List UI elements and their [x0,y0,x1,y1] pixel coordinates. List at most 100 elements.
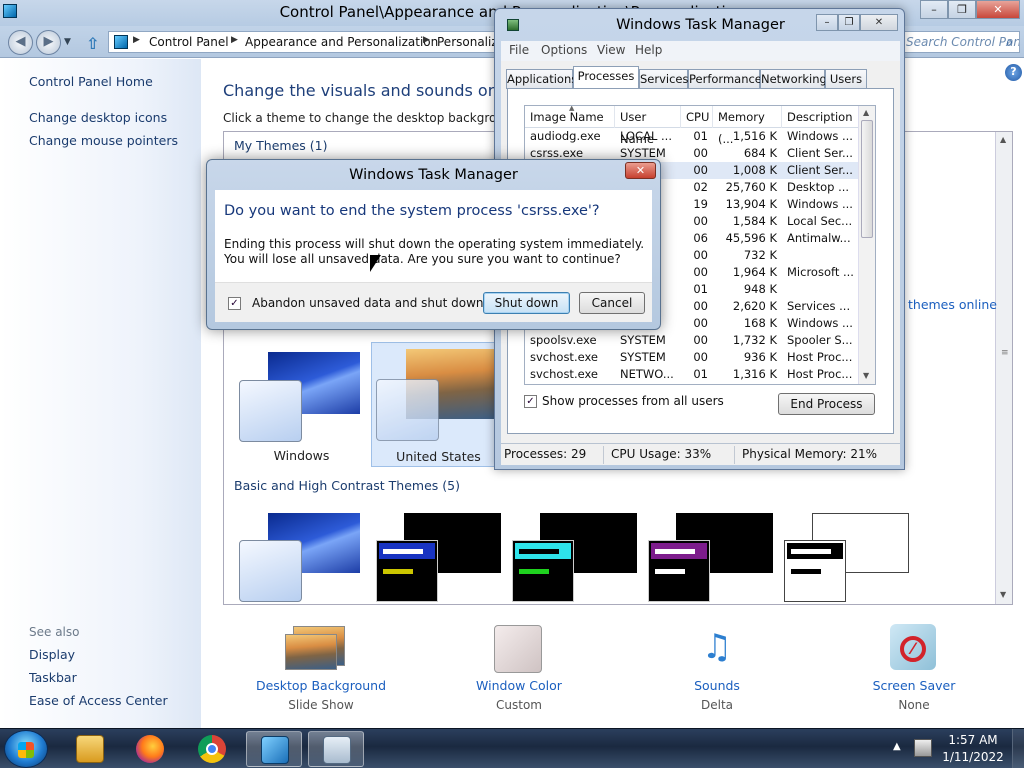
theme-high-contrast-black[interactable] [648,513,773,605]
column-memory[interactable]: Memory (... [713,106,782,146]
maximize-button[interactable]: ❐ [838,14,860,31]
theme-windows[interactable]: Windows [239,352,364,464]
theme-high-contrast-2[interactable] [512,513,637,605]
screen-saver-label[interactable]: Screen Saver [834,678,994,693]
abandon-data-checkbox[interactable]: ✓ [228,297,241,310]
tab-applications[interactable]: Applications [506,69,577,89]
close-button[interactable]: ✕ [860,14,898,31]
column-user-name[interactable]: User Name [615,106,681,146]
tab-performance[interactable]: Performance [688,69,762,89]
sounds-item[interactable]: ♫ Sounds Delta [637,612,797,712]
sidebar-link-desktop-icons[interactable]: Change desktop icons [29,110,167,125]
search-input[interactable]: Search Control Panel ⌕ [900,31,1020,53]
search-icon[interactable]: ⌕ [1006,33,1013,52]
recent-pages-icon[interactable]: ▼ [64,37,71,47]
mouse-cursor-icon [370,255,381,272]
window-color-label[interactable]: Window Color [439,678,599,693]
forward-button[interactable]: ▶ [36,30,61,55]
screen-saver-item[interactable]: ⁄ Screen Saver None [834,612,994,712]
scroll-down-icon[interactable]: ▼ [1000,590,1006,599]
process-mem: 45,596 K [725,231,777,245]
process-row[interactable]: spoolsv.exe SYSTEM 00 1,732 K Spooler S... [525,332,859,349]
scroll-up-icon[interactable]: ▲ [1000,135,1006,144]
end-process-button[interactable]: End Process [778,393,875,415]
show-hidden-icons[interactable]: ▲ [893,741,901,752]
theme-high-contrast-1[interactable] [376,513,501,605]
process-user: SYSTEM [620,350,666,364]
theme-gallery-scrollbar[interactable]: ▲ ▼ ≡ [995,132,1012,604]
show-desktop-button[interactable] [1012,729,1024,768]
menu-options[interactable]: Options [541,43,587,57]
scroll-down-icon[interactable]: ▼ [863,371,869,380]
column-description[interactable]: Description [782,106,859,128]
theme-united-states[interactable]: United States [371,342,502,467]
scroll-grip-icon[interactable]: ≡ [1001,348,1009,358]
scroll-thumb[interactable] [861,120,873,238]
process-desc [782,281,859,298]
taskbar-task-manager[interactable] [308,731,364,767]
menu-view[interactable]: View [597,43,625,57]
sidebar-link-mouse-pointers[interactable]: Change mouse pointers [29,133,178,148]
sidebar-link-home[interactable]: Control Panel Home [29,74,153,89]
back-button[interactable]: ◀ [8,30,33,55]
menu-help[interactable]: Help [635,43,662,57]
theme-high-contrast-white[interactable] [784,513,909,605]
maximize-button[interactable]: ❐ [948,0,976,19]
minimize-button[interactable]: – [920,0,948,19]
control-panel-icon [261,736,289,764]
menu-file[interactable]: File [509,43,529,57]
minimize-button[interactable]: – [816,14,838,31]
close-button[interactable]: ✕ [976,0,1020,19]
taskbar-explorer[interactable] [62,731,118,767]
tab-networking[interactable]: Networking [760,69,827,89]
taskbar-chrome[interactable] [184,731,240,767]
action-center-icon[interactable] [914,739,932,757]
process-row[interactable]: svchost.exe NETWO... 01 1,316 K Host Proc... [525,366,859,383]
show-all-processes-label[interactable]: Show processes from all users [542,394,724,408]
process-row[interactable]: audiodg.exe LOCAL ... 01 1,516 K Windows ... [525,128,859,145]
process-mem: 936 K [743,350,777,364]
get-more-themes-link[interactable]: Get more themes online [901,297,997,312]
process-mem: 168 K [743,316,777,330]
abandon-data-label[interactable]: Abandon unsaved data and shut down. [252,296,487,310]
help-icon[interactable]: ? [1005,64,1022,81]
breadcrumb-control-panel[interactable]: Control Panel [149,35,229,49]
see-also-taskbar[interactable]: Taskbar [29,670,77,685]
tab-users[interactable]: Users [825,69,867,89]
taskbar-firefox[interactable] [122,731,178,767]
start-button[interactable] [4,730,48,768]
shut-down-button[interactable]: Shut down [483,292,570,314]
sounds-label[interactable]: Sounds [637,678,797,693]
see-also-ease-of-access[interactable]: Ease of Access Center [29,693,168,708]
theme-window-preview [648,540,710,602]
breadcrumb-separator[interactable]: ▶ [231,35,238,45]
tab-services[interactable]: Services [639,69,689,89]
clock-date[interactable]: 1/11/2022 [942,750,1004,764]
theme-basic[interactable] [239,513,364,605]
process-row[interactable]: svchost.exe SYSTEM 00 936 K Host Proc... [525,349,859,366]
see-also-display[interactable]: Display [29,647,75,662]
desktop-background-item[interactable]: Desktop Background Slide Show [241,612,401,712]
process-list-scrollbar[interactable]: ▲ ▼ [858,106,875,384]
tab-processes[interactable]: Processes [573,66,639,90]
desktop-background-label[interactable]: Desktop Background [241,678,401,693]
cancel-button[interactable]: Cancel [579,292,645,314]
window-color-item[interactable]: Window Color Custom [439,612,599,712]
scroll-up-icon[interactable]: ▲ [863,108,869,117]
breadcrumb-separator[interactable]: ▶ [133,35,140,45]
desktop-background-icon [285,634,337,670]
process-cpu: 00 [693,316,708,330]
breadcrumb-separator[interactable]: ▶ [423,35,430,45]
column-cpu[interactable]: CPU [681,106,713,128]
clock-time[interactable]: 1:57 AM [942,733,1004,747]
up-arrow-icon[interactable]: ⇧ [86,34,99,53]
breadcrumb-appearance[interactable]: Appearance and Personalization [245,35,438,49]
show-all-processes-checkbox[interactable]: ✓ [524,395,537,408]
sounds-value: Delta [700,698,733,712]
process-mem: 13,904 K [725,197,777,211]
dialog-close-button[interactable]: ✕ [625,162,656,179]
search-placeholder: Search Control Panel [906,35,1020,49]
taskbar-control-panel[interactable] [246,731,302,767]
process-desc: Microsoft ... [787,265,854,279]
process-cpu: 19 [693,197,708,211]
